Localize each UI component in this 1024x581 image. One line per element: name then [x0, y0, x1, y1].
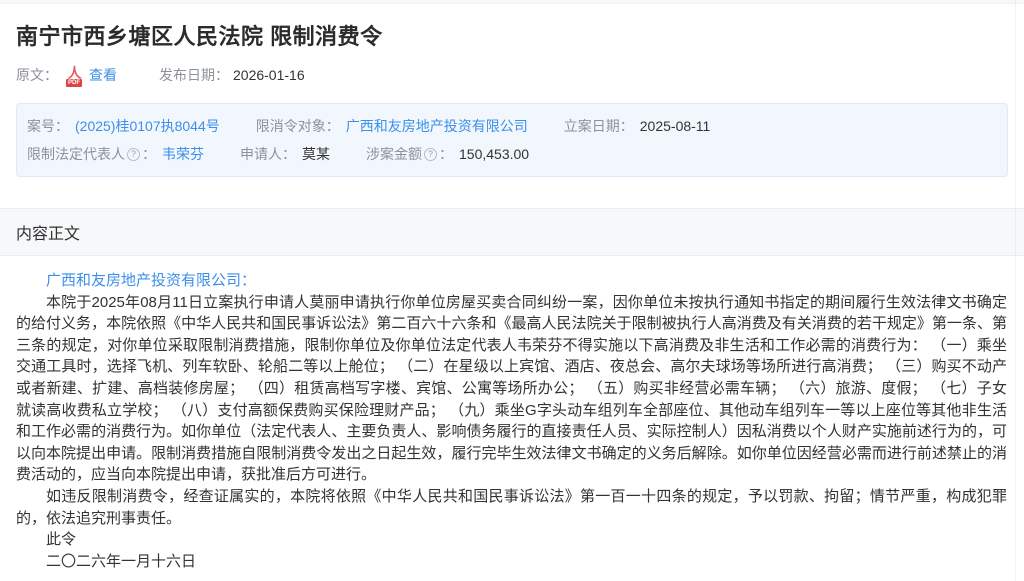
colon: ：	[142, 142, 156, 166]
document-body: 广西和友房地产投资有限公司： 本院于2025年08月11日立案执行申请人莫丽申请…	[0, 256, 1024, 572]
applicant-value: 莫某	[302, 142, 330, 166]
legal-representative-label: 限制法定代表人	[27, 142, 125, 166]
case-number-link[interactable]: (2025)桂0107执8044号	[75, 114, 220, 138]
colon: ：	[55, 114, 69, 138]
colon: ：	[620, 114, 634, 138]
colon: ：	[282, 142, 296, 166]
restricted-target-label: 限消令对象	[256, 114, 326, 138]
case-info-card: 案号 ： (2025)桂0107执8044号 限消令对象 ： 广西和友房地产投资…	[16, 103, 1008, 177]
body-paragraph: 如违反限制消费令，经查证属实的，本院将依照《中华人民共和国民事诉讼法》第一百一十…	[16, 486, 1007, 529]
colon: ：	[326, 114, 340, 138]
help-icon[interactable]: ?	[127, 148, 140, 161]
filing-date-value: 2025-08-11	[640, 114, 711, 138]
section-header: 内容正文	[0, 208, 1024, 256]
applicant-label: 申请人	[240, 142, 282, 166]
field-filing-date: 立案日期 ： 2025-08-11	[564, 114, 711, 138]
colon: ：	[439, 142, 453, 166]
section-title: 内容正文	[16, 226, 80, 243]
view-original-link[interactable]: 查看	[89, 65, 117, 85]
legal-representative-link[interactable]: 韦荣芬	[162, 142, 204, 166]
source-label: 原文：	[16, 65, 58, 85]
page: 南宁市西乡塘区人民法院 限制消费令 原文： 人 PDF 查看 发布日期： 202…	[0, 0, 1024, 577]
body-paragraph: 本院于2025年08月11日立案执行申请人莫丽申请执行你单位房屋买卖合同纠纷一案…	[16, 292, 1007, 486]
addressee-company-link[interactable]: 广西和友房地产投资有限公司：	[16, 270, 1007, 292]
publish-date-label: 发布日期：	[159, 65, 229, 85]
body-date-line: 二〇二六年一月十六日	[16, 551, 1007, 573]
meta-row: 原文： 人 PDF 查看 发布日期： 2026-01-16	[0, 64, 1024, 86]
pdf-file-icon[interactable]: 人 PDF	[66, 66, 83, 85]
field-case-number: 案号 ： (2025)桂0107执8044号	[27, 114, 220, 138]
field-restricted-target: 限消令对象 ： 广西和友房地产投资有限公司	[256, 114, 528, 138]
case-amount-label: 涉案金额	[366, 142, 422, 166]
field-legal-representative: 限制法定代表人 ? ： 韦荣芬	[27, 142, 204, 166]
field-applicant: 申请人 ： 莫某	[240, 142, 330, 166]
help-icon[interactable]: ?	[424, 148, 437, 161]
filing-date-label: 立案日期	[564, 114, 620, 138]
publish-date-value: 2026-01-16	[233, 67, 305, 83]
case-amount-value: 150,453.00	[459, 142, 529, 166]
field-case-amount: 涉案金额 ? ： 150,453.00	[366, 142, 529, 166]
restricted-target-link[interactable]: 广西和友房地产投资有限公司	[346, 114, 528, 138]
scrollbar-track-edge	[1015, 0, 1016, 581]
pdf-icon-badge: PDF	[66, 79, 82, 87]
case-number-label: 案号	[27, 114, 55, 138]
case-info-row-2: 限制法定代表人 ? ： 韦荣芬 申请人 ： 莫某 涉案金额 ? ： 150,45…	[27, 141, 997, 167]
body-closing: 此令	[16, 529, 1007, 551]
page-title: 南宁市西乡塘区人民法院 限制消费令	[0, 4, 1024, 51]
case-info-row-1: 案号 ： (2025)桂0107执8044号 限消令对象 ： 广西和友房地产投资…	[27, 113, 997, 139]
